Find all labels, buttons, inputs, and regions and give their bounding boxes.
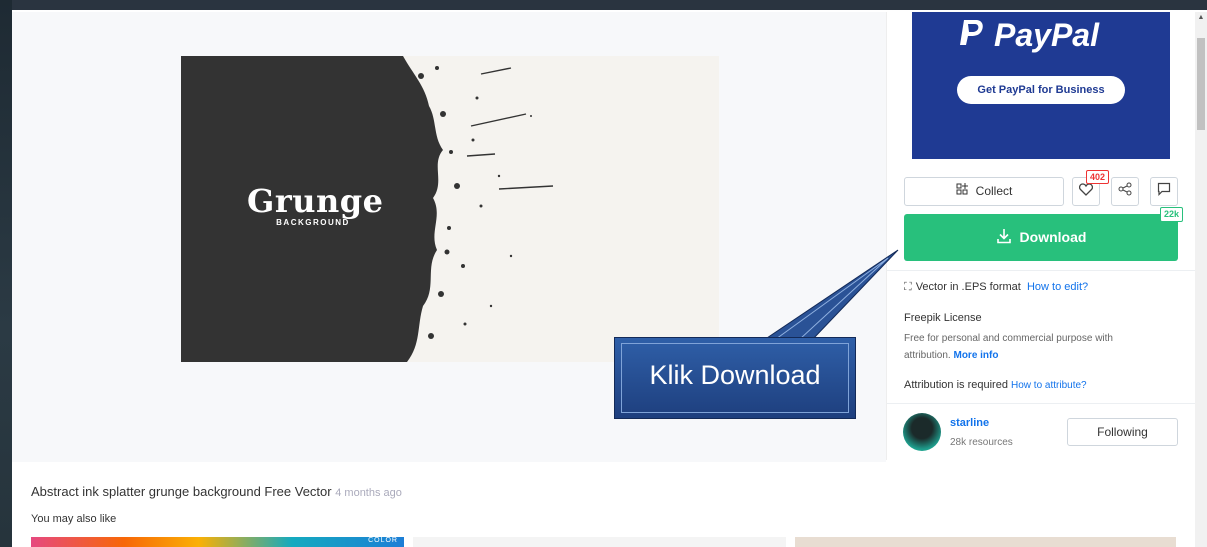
- comment-button[interactable]: [1150, 177, 1178, 206]
- share-icon: [1118, 182, 1132, 199]
- related-thumbnail[interactable]: COLOR: [31, 537, 404, 547]
- divider: [887, 403, 1195, 404]
- related-thumbnail[interactable]: [795, 537, 1176, 547]
- preview-title: Grunge: [247, 182, 384, 220]
- paypal-logo: PayPal: [958, 17, 1099, 54]
- get-paypal-button[interactable]: Get PayPal for Business: [957, 76, 1125, 104]
- paypal-icon: [958, 17, 986, 54]
- callout-text: Klik Download: [649, 360, 821, 390]
- author-resources: 28k resources: [950, 437, 1013, 448]
- author-name[interactable]: starline: [950, 417, 989, 429]
- share-button[interactable]: [1111, 177, 1139, 206]
- preview-image[interactable]: Grunge BACKGROUND: [181, 56, 719, 362]
- comment-icon: [1157, 182, 1171, 199]
- how-to-edit-link[interactable]: How to edit?: [1027, 281, 1088, 293]
- collect-label: Collect: [975, 184, 1013, 198]
- scroll-up-icon[interactable]: ▲: [1197, 14, 1205, 24]
- author-avatar[interactable]: [903, 413, 941, 451]
- resource-title-text: Abstract ink splatter grunge background …: [31, 484, 332, 499]
- thumbnail-label: COLOR: [368, 537, 398, 544]
- collect-button[interactable]: Collect: [904, 177, 1064, 206]
- related-heading: You may also like: [31, 513, 117, 525]
- download-icon: [996, 214, 1012, 261]
- license-text: Free for personal and commercial purpose…: [904, 330, 1154, 364]
- desktop-left-edge: [0, 0, 12, 547]
- license-description: Free for personal and commercial purpose…: [904, 333, 1113, 361]
- download-button[interactable]: Download: [904, 214, 1178, 261]
- more-info-link[interactable]: More info: [953, 350, 998, 361]
- related-thumbnail[interactable]: [413, 537, 786, 547]
- how-to-attribute-link[interactable]: How to attribute?: [1011, 380, 1087, 391]
- preview-subtitle: BACKGROUND: [276, 218, 350, 227]
- heart-icon: [1078, 183, 1094, 199]
- window-top-strip: [0, 0, 1207, 10]
- following-button[interactable]: Following: [1067, 418, 1178, 446]
- license-title: Freepik License: [904, 312, 982, 324]
- download-label: Download: [1019, 229, 1087, 245]
- attribution-info: Attribution is required How to attribute…: [904, 379, 1087, 391]
- attribution-text: Attribution is required: [904, 379, 1008, 391]
- paypal-ad[interactable]: PayPal Get PayPal for Business: [912, 12, 1170, 159]
- collect-icon: [956, 178, 968, 205]
- vector-format-icon: ⛶: [904, 281, 912, 293]
- likes-count-badge: 402: [1086, 170, 1110, 184]
- resource-title: Abstract ink splatter grunge background …: [31, 484, 402, 499]
- paypal-logo-text: PayPal: [994, 17, 1099, 53]
- format-info: ⛶ Vector in .EPS format How to edit?: [904, 281, 1088, 294]
- klik-download-callout: Klik Download: [614, 337, 856, 419]
- scrollbar-thumb[interactable]: [1197, 38, 1205, 130]
- downloads-count-badge: 22k: [1160, 207, 1184, 222]
- time-ago: 4 months ago: [335, 487, 402, 499]
- format-text: Vector in .EPS format: [915, 281, 1021, 293]
- divider: [887, 270, 1195, 271]
